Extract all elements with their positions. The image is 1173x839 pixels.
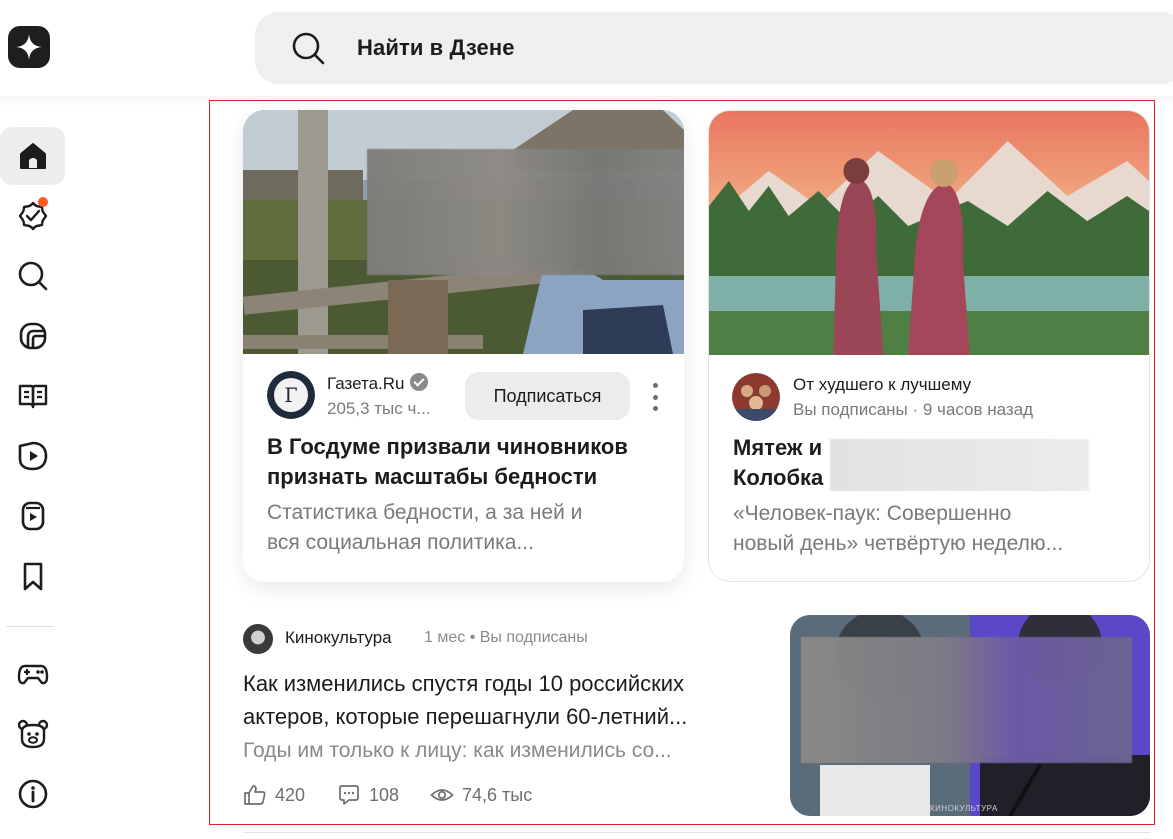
source-avatar[interactable]: Г (267, 371, 315, 419)
article-title[interactable]: Как изменились спустя годы 10 российских… (243, 667, 763, 733)
eye-icon (430, 789, 454, 801)
svg-text:Г: Г (284, 383, 297, 407)
sidebar-item-home[interactable] (0, 127, 65, 185)
article-thumbnail[interactable]: КИНОКУЛЬТУРА (790, 615, 1150, 816)
source-avatar[interactable] (243, 624, 273, 654)
search-icon (18, 261, 47, 291)
feed-card[interactable]: Г Газета.Ru 205,3 тыс ч... Подписаться В… (243, 110, 684, 582)
likes-count: 420 (275, 784, 306, 805)
thumbs-up-icon (244, 785, 266, 805)
sidebar-item-video[interactable] (0, 427, 65, 485)
search-bar[interactable]: Найти в Дзене (255, 12, 1173, 84)
views-count: 74,6 тыс (462, 784, 533, 805)
source-name[interactable]: Кинокультура (285, 628, 392, 648)
article-image (709, 111, 1149, 355)
sidebar-item-tv[interactable] (0, 487, 65, 545)
gamepad-icon (17, 664, 48, 685)
kids-bear-icon (17, 719, 48, 749)
sidebar-item-subscriptions[interactable] (0, 187, 65, 245)
zen-sparkle-icon (16, 34, 42, 60)
thumbnail-watermark: КИНОКУЛЬТУРА (930, 804, 998, 813)
sidebar-item-kids[interactable] (0, 705, 65, 763)
views-stat: 74,6 тыс (430, 782, 532, 808)
articles-book-icon (18, 384, 47, 409)
comment-icon (339, 785, 359, 805)
notification-badge (38, 197, 48, 207)
source-name[interactable]: Газета.Ru (327, 373, 428, 394)
subscribe-button[interactable]: Подписаться (465, 372, 630, 420)
sidebar-item-games[interactable] (0, 645, 65, 703)
sidebar-item-info[interactable] (0, 765, 65, 823)
card-snippet: Статистика бедности, а за ней и вся соци… (267, 501, 583, 554)
card-title[interactable]: В Госдуме призвали чиновников признать м… (267, 432, 667, 492)
blurred-region (367, 149, 684, 275)
source-meta: 205,3 тыс ч... (327, 399, 431, 418)
like-button[interactable]: 420 (243, 782, 305, 808)
blurred-region (801, 637, 1132, 763)
feed-card[interactable]: От худшего к лучшему Вы подписаны · 9 ча… (708, 110, 1150, 582)
source-avatar[interactable] (732, 373, 780, 421)
search-icon (292, 32, 325, 65)
verified-icon (409, 373, 428, 391)
sidebar-item-shorts[interactable] (0, 307, 65, 365)
sidebar-item-articles[interactable] (0, 367, 65, 425)
more-options-icon[interactable] (649, 383, 661, 411)
comments-button[interactable]: 108 (337, 782, 399, 808)
sidebar-item-search[interactable] (0, 247, 65, 305)
article-snippet: Годы им только к лицу: как изменились со… (243, 739, 672, 762)
shorts-icon (19, 322, 46, 350)
blurred-region (830, 439, 1089, 491)
tv-play-icon (21, 501, 44, 531)
source-meta: Вы подписаны · 9 часов назад (793, 400, 1034, 419)
sidebar-item-bookmarks[interactable] (0, 547, 65, 605)
source-name[interactable]: От худшего к лучшему (793, 375, 971, 395)
source-meta: 1 мес • Вы подписаны (424, 629, 588, 646)
feed-divider (243, 832, 1150, 833)
video-play-icon (18, 441, 47, 471)
home-icon (19, 143, 46, 169)
info-icon (18, 779, 47, 809)
sidebar-divider (6, 626, 54, 627)
search-placeholder: Найти в Дзене (357, 35, 515, 60)
bookmark-icon (23, 562, 42, 591)
card-snippet: «Человек-паук: Совершенно новый день» че… (733, 502, 1064, 555)
comments-count: 108 (369, 784, 400, 805)
zen-logo[interactable] (8, 26, 50, 68)
